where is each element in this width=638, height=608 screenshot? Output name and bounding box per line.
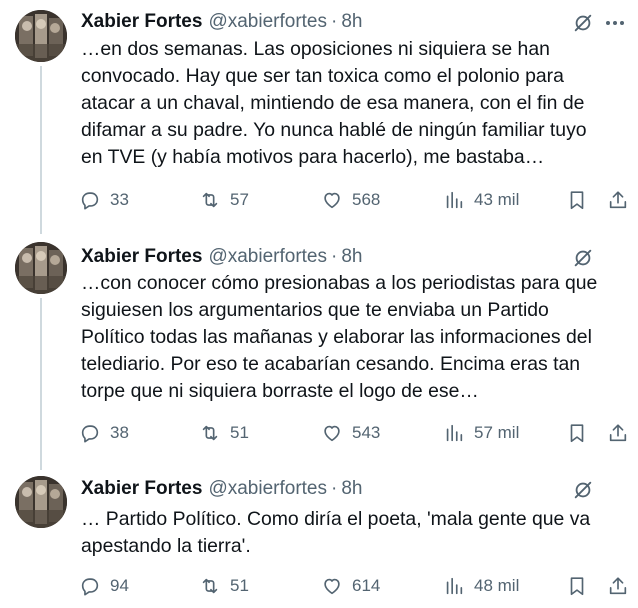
- author-handle[interactable]: @xabierfortes: [208, 246, 327, 268]
- action-bar: 94 51 614 48 mil: [0, 571, 638, 601]
- like-count: 614: [352, 576, 381, 595]
- reply-button[interactable]: 38: [79, 418, 129, 448]
- like-button[interactable]: 543: [321, 418, 380, 448]
- text-line: telediario. Por eso te acabarían cesando…: [81, 353, 581, 375]
- retweet-button[interactable]: 51: [199, 571, 249, 601]
- timestamp[interactable]: 8h: [341, 246, 362, 268]
- reply-button[interactable]: 33: [79, 185, 129, 215]
- author-name[interactable]: Xabier Fortes: [81, 11, 202, 33]
- tweet-thread: Xabier Fortes @xabierfortes · 8h …en dos…: [0, 0, 638, 608]
- retweet-icon: [202, 578, 218, 594]
- share-icon: [609, 191, 627, 209]
- views-icon: [446, 577, 463, 595]
- views-icon: [446, 191, 463, 209]
- like-count: 543: [352, 423, 381, 442]
- text-line: torpe que ni siquiera borraste el logo d…: [81, 380, 479, 402]
- retweet-count: 51: [230, 576, 249, 595]
- like-button[interactable]: 614: [321, 571, 380, 601]
- reply-icon: [81, 192, 99, 210]
- text-line: …con conocer cómo presionabas a los peri…: [81, 272, 598, 294]
- text-line: …en dos semanas. Las oposiciones ni siqu…: [81, 38, 550, 60]
- heart-icon: [324, 425, 340, 442]
- author-handle[interactable]: @xabierfortes: [208, 11, 327, 33]
- views-icon: [446, 424, 463, 442]
- text-line: difamar a su padre. Yo nunca hablé de ni…: [81, 119, 587, 141]
- bookmark-icon: [570, 577, 584, 596]
- avatar[interactable]: [15, 476, 67, 528]
- reply-icon: [81, 425, 99, 443]
- reply-count: 38: [110, 423, 129, 442]
- share-icon: [609, 424, 627, 442]
- separator: ·: [331, 246, 338, 267]
- views-count: 43 mil: [474, 190, 520, 209]
- share-button[interactable]: [607, 418, 629, 448]
- bookmark-button[interactable]: [566, 418, 588, 448]
- reply-count: 94: [110, 576, 129, 595]
- views-button[interactable]: 48 mil: [443, 571, 519, 601]
- retweet-button[interactable]: 57: [199, 185, 249, 215]
- bookmark-button[interactable]: [566, 185, 588, 215]
- like-button[interactable]: 568: [321, 185, 380, 215]
- bookmark-button[interactable]: [566, 571, 588, 601]
- tweet-text: …con conocer cómo presionabas a los peri…: [81, 270, 633, 405]
- tweet[interactable]: Xabier Fortes @xabierfortes · 8h …en dos…: [0, 0, 638, 234]
- tweet-text: … Partido Político. Como diría el poeta,…: [81, 506, 633, 560]
- heart-icon: [324, 192, 340, 209]
- tweet[interactable]: Xabier Fortes @xabierfortes · 8h …con co…: [0, 232, 638, 470]
- author-name[interactable]: Xabier Fortes: [81, 478, 202, 500]
- author-handle[interactable]: @xabierfortes: [208, 478, 327, 500]
- retweet-count: 51: [230, 423, 249, 442]
- views-count: 48 mil: [474, 576, 520, 595]
- reply-icon: [81, 578, 99, 596]
- action-bar: 38 51 543 57 mil: [0, 418, 638, 448]
- author-name[interactable]: Xabier Fortes: [81, 246, 202, 268]
- avatar[interactable]: [15, 10, 67, 62]
- timestamp[interactable]: 8h: [341, 478, 362, 500]
- text-line: convocado. Hay que ser tan toxica como e…: [81, 65, 564, 87]
- tweet-header: Xabier Fortes @xabierfortes · 8h: [81, 477, 638, 501]
- share-button[interactable]: [607, 571, 629, 601]
- reply-count: 33: [110, 190, 129, 209]
- views-button[interactable]: 57 mil: [443, 418, 519, 448]
- text-line: … Partido Político. Como diría el poeta,…: [81, 508, 591, 530]
- text-line: siguiesen los argumentarios que te envia…: [81, 299, 549, 321]
- views-button[interactable]: 43 mil: [443, 185, 519, 215]
- text-line: Político todas las mañanas y elaborar la…: [81, 326, 592, 348]
- text-line: atacar a un chaval, mintiendo de esa man…: [81, 92, 585, 114]
- retweet-icon: [202, 192, 218, 208]
- views-count: 57 mil: [474, 423, 520, 442]
- timestamp[interactable]: 8h: [341, 11, 362, 33]
- retweet-count: 57: [230, 190, 249, 209]
- bookmark-icon: [570, 191, 584, 210]
- share-button[interactable]: [607, 185, 629, 215]
- separator: ·: [331, 478, 338, 499]
- tweet-header: Xabier Fortes @xabierfortes · 8h: [81, 10, 638, 34]
- tweet-header: Xabier Fortes @xabierfortes · 8h: [81, 245, 638, 269]
- action-bar: 33 57 568 43 mil: [0, 185, 638, 215]
- bookmark-icon: [570, 424, 584, 443]
- tweet-text: …en dos semanas. Las oposiciones ni siqu…: [81, 36, 633, 171]
- grok-icon[interactable]: [570, 245, 596, 271]
- like-count: 568: [352, 190, 381, 209]
- reply-button[interactable]: 94: [79, 571, 129, 601]
- text-line: apestando la tierra'.: [81, 535, 251, 557]
- heart-icon: [324, 578, 340, 595]
- retweet-icon: [202, 425, 218, 441]
- grok-icon[interactable]: [570, 10, 596, 36]
- share-icon: [609, 577, 627, 595]
- tweet[interactable]: Xabier Fortes @xabierfortes · 8h … Parti…: [0, 468, 638, 608]
- grok-icon[interactable]: [570, 477, 596, 503]
- avatar[interactable]: [15, 242, 67, 294]
- separator: ·: [331, 11, 338, 32]
- text-line: en TVE (y había motivos para hacerlo), m…: [81, 146, 545, 168]
- more-icon[interactable]: [602, 10, 628, 36]
- retweet-button[interactable]: 51: [199, 418, 249, 448]
